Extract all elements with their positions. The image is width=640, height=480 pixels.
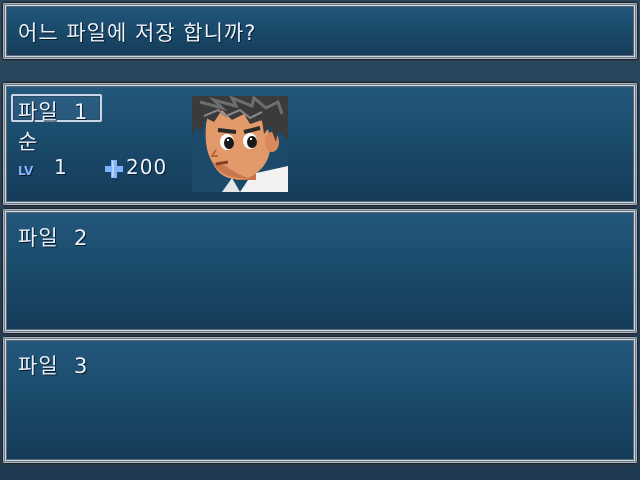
save-slot-1[interactable]: 파일 1 순 LV 1 200 bbox=[2, 82, 638, 206]
slot-1-label: 파일 1 bbox=[18, 100, 89, 124]
slot-3-label: 파일 3 bbox=[18, 354, 89, 378]
gold-value: 200 bbox=[126, 155, 168, 179]
save-screen: 어느 파일에 저장 합니까? 파일 1 순 LV 1 200 파일 2 파일 3 bbox=[0, 0, 640, 480]
plus-cross-icon bbox=[105, 160, 123, 178]
prompt-window: 어느 파일에 저장 합니까? bbox=[2, 2, 638, 60]
save-slot-2[interactable]: 파일 2 bbox=[2, 208, 638, 334]
save-prompt: 어느 파일에 저장 합니까? bbox=[18, 21, 257, 45]
level-label: LV bbox=[18, 164, 34, 178]
save-slot-3[interactable]: 파일 3 bbox=[2, 336, 638, 464]
character-name: 순 bbox=[18, 130, 39, 154]
level-value: 1 bbox=[54, 155, 68, 179]
hero-face-portrait bbox=[192, 96, 288, 192]
slot-2-label: 파일 2 bbox=[18, 226, 89, 250]
